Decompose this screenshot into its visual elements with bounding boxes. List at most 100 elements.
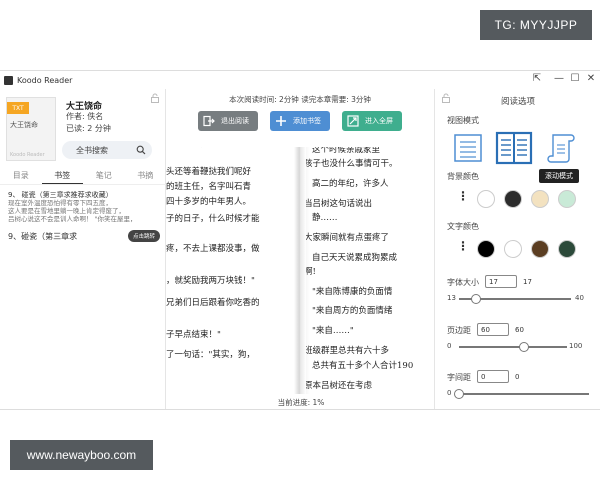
bg-color-swatch[interactable] <box>477 190 495 208</box>
left-sidebar: TXT 大王饶命 Koodo Reader 大王饶命 作者: 佚名 已读: 2 … <box>0 89 166 409</box>
search-book-button[interactable]: 全书搜索 <box>62 141 152 159</box>
margin-max: 100 <box>569 342 583 350</box>
view-mode-label: 视图模式 <box>447 116 479 125</box>
reader-window: Koodo Reader ⇱ — ☐ ✕ TXT 大王饶命 Koodo Read… <box>0 70 600 410</box>
letter-spacing-input[interactable]: 0 <box>477 370 509 383</box>
page-text-line: 子的日子，什么时候才能 <box>166 214 260 224</box>
reader-top-bar: 本次阅读时间: 2分钟 读完本章需要: 3分钟 退出阅读 添加书签 进入全屏 <box>166 89 434 147</box>
font-size-min: 13 <box>447 294 456 302</box>
page-text-line: "来自陈博康的负面情 <box>312 287 393 297</box>
single-page-icon[interactable] <box>451 131 485 165</box>
font-size-slider-thumb[interactable] <box>470 294 481 304</box>
bg-color-swatch[interactable] <box>504 190 522 208</box>
page-text-line: 高二的年纪，许多人 <box>312 179 389 189</box>
watermark-bottom: www.newayboo.com <box>10 440 153 470</box>
bg-color-swatch[interactable] <box>531 190 549 208</box>
reader-area[interactable]: 四章哼章)初八开学，我以为还能等头还等着鞭挞我们呢好的班主任，名字叫石青四十多岁… <box>166 89 434 409</box>
page-text-line: 头还等着鞭挞我们呢好 <box>166 167 252 177</box>
fullscreen-label: 进入全屏 <box>365 117 393 125</box>
page-text-line: 了一句话："其实，狗， <box>166 350 255 360</box>
lock-icon[interactable] <box>150 93 160 103</box>
page-text-line: 孩子也没什么事情可干。 <box>304 159 398 169</box>
watermark-top: TG: MYYJJPP <box>480 10 592 40</box>
page-text-line: 自己天天说累成狗累成 <box>312 253 398 263</box>
more-options-icon[interactable]: ⋮ <box>457 239 469 253</box>
exit-reading-button[interactable]: 退出阅读 <box>198 111 258 131</box>
close-button[interactable]: ✕ <box>582 73 600 84</box>
bookmark-line: 9、 碰瓷（第三章求推荐求收藏） <box>8 191 113 199</box>
bg-color-label: 背景颜色 <box>447 172 479 181</box>
search-icon <box>136 145 146 155</box>
fullscreen-icon <box>347 115 359 127</box>
bg-color-swatch[interactable] <box>558 190 576 208</box>
margin-value: 60 <box>515 326 524 334</box>
margin-slider[interactable] <box>459 346 567 348</box>
tab-bookmarks[interactable]: 书签 <box>41 169 83 184</box>
page-text-line: 总共有五十多个人合计190 <box>312 361 414 371</box>
double-page-icon[interactable] <box>495 129 533 167</box>
letter-spacing-slider[interactable] <box>459 393 589 395</box>
page-text-line: 大家瞬间就有点蛋疼了 <box>304 233 390 243</box>
font-size-label: 字体大小 <box>447 278 479 287</box>
text-color-label: 文字颜色 <box>447 222 479 231</box>
margin-label: 页边距 <box>447 326 471 335</box>
page-text-line: 四十多岁的中年男人。 <box>166 197 252 207</box>
bookmark-line: 吕树心说这不会是训人命啊！ "你笑在屋里， <box>8 215 137 223</box>
text-color-swatch[interactable] <box>531 240 549 258</box>
window-title: Koodo Reader <box>17 75 73 85</box>
page-text-line: 兄弟们日后跟着你吃香的 <box>166 298 260 308</box>
book-author: 作者: 佚名 <box>66 112 104 121</box>
text-color-swatch[interactable] <box>504 240 522 258</box>
book-cover[interactable]: TXT 大王饶命 Koodo Reader <box>6 97 56 161</box>
search-label: 全书搜索 <box>76 145 108 155</box>
letter-spacing-min: 0 <box>447 389 452 397</box>
letter-spacing-slider-thumb[interactable] <box>454 389 464 399</box>
letter-spacing-label: 字间距 <box>447 373 471 382</box>
page-text-line: 的班主任，名字叫石青 <box>166 182 252 192</box>
font-size-value: 17 <box>523 278 532 286</box>
margin-min: 0 <box>447 342 452 350</box>
margin-input[interactable]: 60 <box>477 323 509 336</box>
scroll-mode-tooltip: 滚动模式 <box>539 169 579 183</box>
exit-reading-label: 退出阅读 <box>221 117 249 125</box>
add-bookmark-button[interactable]: 添加书签 <box>270 111 330 131</box>
jump-to-button[interactable]: 点击跳转 <box>127 230 160 242</box>
tab-contents[interactable]: 目录 <box>0 169 42 184</box>
panel-title: 阅读选项 <box>500 97 535 107</box>
page-text-line: "来自……" <box>312 326 354 336</box>
cover-title: 大王饶命 <box>10 121 38 129</box>
text-color-swatch[interactable] <box>558 240 576 258</box>
page-text-line: 疼，不去上课都没事，做 <box>166 244 260 254</box>
cover-footer: Koodo Reader <box>10 152 45 158</box>
fullscreen-button[interactable]: 进入全屏 <box>342 111 402 131</box>
page-text-line: 子早点结束！" <box>166 330 221 340</box>
font-size-max: 40 <box>575 294 584 302</box>
tab-highlights[interactable]: 书摘 <box>125 169 167 184</box>
bookmark-line: 这人要是在雪地里躺一晚上肯定得废了， <box>8 207 125 215</box>
text-color-swatch[interactable] <box>477 240 495 258</box>
page-text-line: ，就奖励我两万块钱！" <box>166 276 255 286</box>
bookmark-line: 现在室外温度恐怕得有零下四五度， <box>8 199 112 207</box>
add-bookmark-label: 添加书签 <box>293 117 321 125</box>
plus-icon <box>276 116 286 126</box>
read-time: 已读: 2 分钟 <box>66 124 111 133</box>
bookmark-item[interactable]: 9、 碰瓷（第三章求推荐求收藏） 现在室外温度恐怕得有零下四五度， 这人要是在雪… <box>8 191 160 223</box>
pin-button[interactable]: ⇱ <box>528 73 546 84</box>
page-text-line: 班级群里总共有六十多 <box>304 346 390 356</box>
font-size-input[interactable]: 17 <box>485 275 517 288</box>
sidebar-tabs: 目录 书签 笔记 书摘 <box>0 169 166 185</box>
settings-panel: 阅读选项 视图模式 滚动模式 背景颜色 ⋮ 文字颜色 ⋮ 字体大小 17 17 … <box>434 89 600 409</box>
margin-slider-thumb[interactable] <box>518 342 529 352</box>
bookmark-item[interactable]: 9、碰瓷（第三章求 点击跳转 <box>8 229 160 243</box>
reading-stats: 本次阅读时间: 2分钟 读完本章需要: 3分钟 <box>229 95 371 104</box>
tab-notes[interactable]: 笔记 <box>83 169 125 184</box>
format-badge: TXT <box>7 102 29 114</box>
exit-icon <box>203 115 215 127</box>
title-bar: Koodo Reader ⇱ — ☐ ✕ <box>0 71 600 89</box>
letter-spacing-value: 0 <box>515 373 520 381</box>
scroll-mode-icon[interactable] <box>545 131 579 165</box>
page-text-line: 原本吕树还在考虑 <box>304 381 373 391</box>
more-options-icon[interactable]: ⋮ <box>457 189 469 203</box>
page-text-line: 静…… <box>312 213 338 223</box>
page-text-line: 当吕树这句话说出 <box>304 199 373 209</box>
